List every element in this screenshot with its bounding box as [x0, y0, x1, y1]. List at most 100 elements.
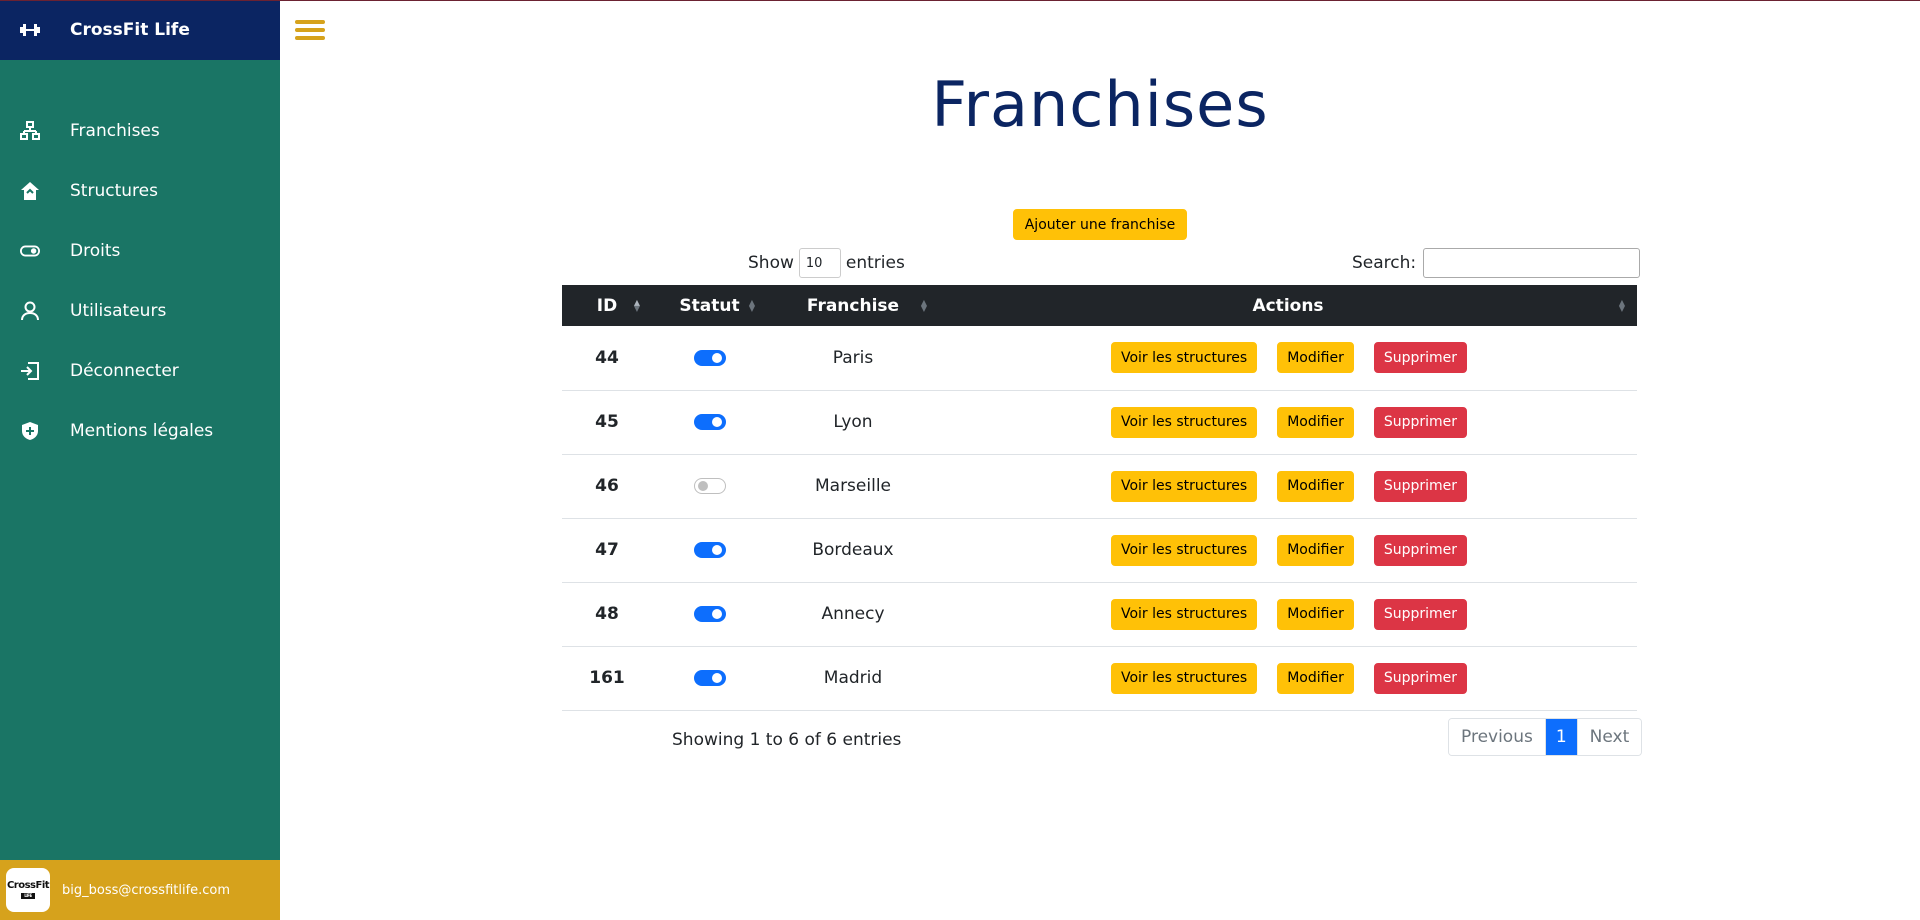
- pagination: Previous 1 Next: [1448, 718, 1643, 756]
- status-toggle[interactable]: [693, 478, 726, 494]
- sidebar-item-label: Structures: [70, 181, 158, 201]
- sidebar-nav: Franchises Structures Droits Utilisateur…: [0, 101, 280, 461]
- sidebar-item-label: Utilisateurs: [70, 301, 167, 321]
- sort-asc-icon: ▲ ▼: [633, 297, 640, 313]
- row-actions: Voir les structures Modifier Supprimer: [939, 646, 1637, 710]
- add-franchise-button[interactable]: Ajouter une franchise: [1013, 209, 1187, 240]
- brand-bar[interactable]: CrossFit Life: [0, 0, 280, 60]
- row-status: [652, 582, 767, 646]
- entries-length-control: Show 10 entries: [748, 248, 905, 278]
- column-header-franchise[interactable]: Franchise ▲ ▼: [767, 285, 939, 326]
- dumbbell-icon: [20, 20, 40, 40]
- sidebar-item-franchises[interactable]: Franchises: [0, 101, 280, 161]
- sitemap-icon: [20, 121, 40, 141]
- table-row: 45 Lyon Voir les structures Modifier Supprim…: [562, 390, 1637, 454]
- page-title: Franchises: [931, 68, 1269, 141]
- table-header-row: ID ▲ ▼ Statut ▲ ▼ Franchise ▲ ▼ Actions ▲ ▼: [562, 285, 1637, 326]
- sidebar: CrossFit Life Franchises Structures Droi…: [0, 0, 280, 920]
- sidebar-item-structures[interactable]: Structures: [0, 161, 280, 221]
- row-status: [652, 454, 767, 518]
- edit-button[interactable]: Modifier: [1277, 406, 1354, 438]
- edit-button[interactable]: Modifier: [1277, 470, 1354, 502]
- delete-button[interactable]: Supprimer: [1373, 342, 1468, 374]
- column-header-actions[interactable]: Actions ▲ ▼: [939, 285, 1637, 326]
- view-structures-button[interactable]: Voir les structures: [1110, 406, 1258, 438]
- table-row: 48 Annecy Voir les structures Modifier Suppr…: [562, 582, 1637, 646]
- search-control: Search:: [1352, 248, 1641, 278]
- delete-button[interactable]: Supprimer: [1373, 470, 1468, 502]
- view-structures-button[interactable]: Voir les structures: [1110, 534, 1258, 566]
- sort-icon: ▲ ▼: [748, 297, 755, 313]
- row-franchise-name: Paris: [832, 347, 874, 368]
- status-toggle[interactable]: [693, 670, 726, 686]
- column-header-status[interactable]: Statut ▲ ▼: [652, 285, 767, 326]
- search-input[interactable]: [1423, 248, 1641, 278]
- delete-button[interactable]: Supprimer: [1373, 662, 1468, 694]
- delete-button[interactable]: Supprimer: [1373, 534, 1468, 566]
- sidebar-item-label: Mentions légales: [70, 421, 214, 441]
- menu-toggle-icon[interactable]: [295, 20, 325, 44]
- view-structures-button[interactable]: Voir les structures: [1110, 470, 1258, 502]
- avatar-logo-subtext: LIFE: [21, 893, 35, 899]
- view-structures-button[interactable]: Voir les structures: [1110, 342, 1258, 374]
- avatar-logo-text: CrossFit: [6, 880, 50, 891]
- edit-button[interactable]: Modifier: [1277, 534, 1354, 566]
- status-toggle[interactable]: [693, 349, 726, 366]
- row-id: 46: [595, 476, 619, 496]
- view-structures-button[interactable]: Voir les structures: [1110, 662, 1258, 694]
- column-header-label: Statut: [679, 295, 740, 316]
- entries-select[interactable]: 10: [798, 248, 841, 278]
- previous-page-button[interactable]: Previous: [1449, 719, 1546, 755]
- row-actions: Voir les structures Modifier Supprimer: [939, 454, 1637, 518]
- next-page-button[interactable]: Next: [1576, 719, 1642, 755]
- row-status: [652, 390, 767, 454]
- sidebar-item-droits[interactable]: Droits: [0, 221, 280, 281]
- status-toggle[interactable]: [693, 542, 726, 558]
- row-id: 47: [595, 540, 619, 560]
- delete-button[interactable]: Supprimer: [1373, 598, 1468, 630]
- table-body: 44 Paris Voir les structures Modifier Suppri…: [562, 326, 1637, 710]
- table-row: 44 Paris Voir les structures Modifier Suppri…: [562, 326, 1637, 390]
- column-header-label: Actions: [1252, 295, 1324, 316]
- row-actions: Voir les structures Modifier Supprimer: [939, 582, 1637, 646]
- toggle-icon: [20, 241, 40, 261]
- page-1-button[interactable]: 1: [1545, 719, 1577, 755]
- row-franchise-name: Annecy: [821, 604, 885, 624]
- row-actions: Voir les structures Modifier Supprimer: [939, 518, 1637, 582]
- brand-name: CrossFit Life: [70, 20, 190, 40]
- column-header-label: Franchise: [806, 295, 900, 316]
- sidebar-item-utilisateurs[interactable]: Utilisateurs: [0, 281, 280, 341]
- sort-icon: ▲ ▼: [1618, 297, 1625, 313]
- entries-label: entries: [845, 253, 905, 273]
- avatar: CrossFit LIFE: [6, 868, 50, 912]
- home-icon: [20, 181, 40, 201]
- column-header-label: ID: [596, 295, 618, 316]
- row-id: 48: [595, 604, 619, 624]
- delete-button[interactable]: Supprimer: [1373, 406, 1468, 438]
- row-franchise-name: Madrid: [823, 668, 883, 688]
- row-actions: Voir les structures Modifier Supprimer: [939, 390, 1637, 454]
- row-status: [652, 518, 767, 582]
- column-header-id[interactable]: ID ▲ ▼: [562, 285, 652, 326]
- sort-icon: ▲ ▼: [920, 297, 927, 313]
- table-row: 161 Madrid Voir les structures Modifier Supp…: [562, 646, 1637, 710]
- sidebar-item-deconnecter[interactable]: Déconnecter: [0, 341, 280, 401]
- status-toggle[interactable]: [693, 606, 726, 622]
- row-actions: Voir les structures Modifier Supprimer: [939, 326, 1637, 390]
- user-icon: [20, 301, 40, 321]
- franchises-table: ID ▲ ▼ Statut ▲ ▼ Franchise ▲ ▼ Actions ▲ ▼ …: [562, 285, 1637, 711]
- view-structures-button[interactable]: Voir les structures: [1110, 598, 1258, 630]
- user-panel[interactable]: CrossFit LIFE big_boss@crossfitlife.com: [0, 860, 280, 920]
- table-info: Showing 1 to 6 of 6 entries: [672, 730, 902, 750]
- edit-button[interactable]: Modifier: [1277, 598, 1354, 630]
- edit-button[interactable]: Modifier: [1277, 342, 1354, 374]
- sidebar-item-label: Franchises: [70, 121, 160, 141]
- sidebar-item-label: Déconnecter: [70, 361, 179, 381]
- shield-plus-icon: [20, 421, 40, 441]
- sidebar-item-mentions-legales[interactable]: Mentions légales: [0, 401, 280, 461]
- search-label: Search:: [1352, 253, 1417, 273]
- edit-button[interactable]: Modifier: [1277, 662, 1354, 694]
- row-status: [652, 646, 767, 710]
- status-toggle[interactable]: [693, 414, 726, 430]
- row-id: 45: [595, 412, 619, 432]
